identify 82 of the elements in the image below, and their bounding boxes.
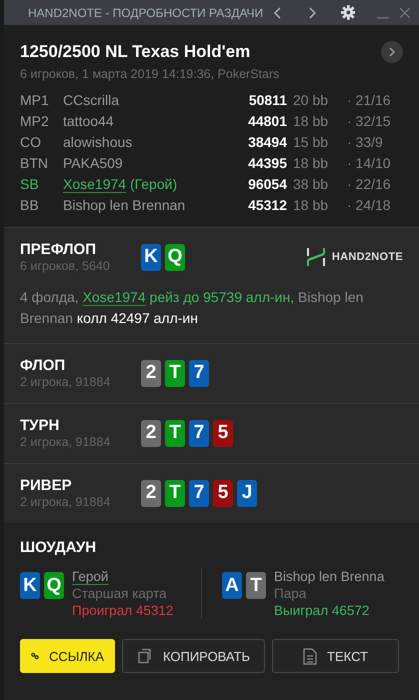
settings-icon[interactable] — [340, 5, 356, 20]
player-stats: · 14/10 — [347, 154, 392, 173]
stack-amount: 38494 — [247, 133, 288, 152]
hero-tag: (Герой) — [130, 176, 178, 192]
forward-icon[interactable] — [306, 6, 317, 18]
copy-button[interactable]: КОПИРОВАТЬ — [122, 639, 265, 673]
hand-subtitle: 6 игроков, 1 марта 2019 14:19:36, PokerStars — [20, 67, 280, 81]
street-info: 6 игроков, 5640 — [20, 259, 111, 273]
street-info: 2 игрока, 91884 — [20, 435, 112, 449]
player-link[interactable]: Xose1974 — [82, 289, 146, 305]
chevron-right-icon — [388, 47, 396, 57]
stack-bb: 38 bb — [293, 175, 330, 194]
hand-rank: Пара — [274, 585, 308, 602]
playing-card: J — [237, 480, 257, 506]
document-icon — [303, 648, 318, 664]
stack-bb: 18 bb — [293, 112, 330, 131]
playing-card: T — [165, 480, 185, 506]
copy-icon — [136, 648, 153, 664]
player-name: Bishop len Brenna — [274, 568, 384, 585]
text-button[interactable]: ТЕКСТ — [272, 639, 399, 673]
action-summary: 4 фолда, Xose1974 рейз до 95739 алл-ин, Bishop len Brennan колл 42497 алл-ин — [20, 288, 364, 328]
next-button[interactable] — [381, 41, 403, 63]
stack-amount: 44395 — [247, 154, 288, 173]
showdown-title: ШОУДАУН — [20, 539, 98, 556]
stack-bb: 18 bb — [293, 154, 330, 173]
logo-icon — [306, 248, 326, 266]
player-name: Bishop len Brennan — [63, 196, 186, 215]
player-stats: · 22/16 — [347, 175, 392, 194]
result-text: Проиграл 45312 — [72, 602, 174, 619]
street-name: РИВЕР — [20, 477, 73, 494]
playing-card: 7 — [189, 420, 209, 446]
seat-position: CO — [20, 133, 42, 152]
stack-bb: 15 bb — [293, 133, 330, 152]
playing-card: 7 — [189, 360, 209, 386]
playing-card: 2 — [141, 420, 161, 446]
stack-amount: 44801 — [247, 112, 288, 131]
hand-title: 1250/2500 NL Texas Hold'em — [20, 42, 252, 62]
street-name: ТУРН — [20, 417, 60, 434]
street-name: ПРЕФЛОП — [20, 241, 97, 258]
link-button[interactable]: ССЫЛКА — [20, 639, 115, 673]
playing-card: 5 — [213, 480, 233, 506]
hand-rank: Старшая карта — [72, 585, 168, 602]
close-icon[interactable] — [399, 6, 411, 18]
back-icon[interactable] — [273, 6, 283, 18]
player-link[interactable]: Xose1974 — [63, 176, 126, 192]
playing-card: Q — [44, 572, 64, 599]
playing-card: 2 — [141, 480, 161, 506]
player-stats: · 24/18 — [347, 196, 392, 215]
playing-card: 2 — [141, 360, 161, 386]
playing-card: K — [141, 244, 161, 270]
playing-card: T — [165, 360, 185, 386]
player-name: PAKA509 — [63, 154, 124, 173]
seat-position: MP1 — [20, 91, 50, 110]
player-stats: · 21/16 — [347, 91, 392, 110]
player-link[interactable]: Герой — [72, 569, 108, 584]
player-stats: · 32/15 — [347, 112, 392, 131]
playing-card: T — [165, 420, 185, 446]
seat-position: SB — [20, 175, 40, 194]
street-name: ФЛОП — [20, 357, 66, 374]
player-name: tattoo44 — [63, 112, 115, 131]
stack-amount: 45312 — [247, 196, 288, 215]
player-name: alowishous — [63, 133, 134, 152]
stack-amount: 50811 — [248, 91, 288, 110]
window-title: HAND2NOTE - ПОДРОБНОСТИ РАЗДАЧИ — [28, 6, 264, 20]
playing-card: K — [20, 572, 40, 599]
playing-card: T — [246, 572, 266, 599]
seat-position: BB — [20, 196, 40, 215]
result-text: Выиграл 46572 — [274, 602, 370, 619]
playing-card: A — [222, 572, 242, 599]
seat-position: MP2 — [20, 112, 50, 131]
player-stats: · 33/9 — [347, 133, 384, 152]
seat-position: BTN — [20, 154, 49, 173]
playing-card: 5 — [213, 420, 233, 446]
street-info: 2 игрока, 91884 — [20, 495, 112, 509]
playing-card: 7 — [189, 480, 209, 506]
stack-bb: 18 bb — [293, 196, 330, 215]
stack-bb: 20 bb — [293, 91, 330, 110]
street-info: 2 игрока, 91884 — [20, 375, 112, 389]
stack-amount: 96054 — [247, 175, 288, 194]
logo-text: HAND2NOTE — [332, 251, 403, 263]
playing-card: Q — [165, 244, 185, 270]
player-name: CCscrilla — [63, 91, 120, 110]
